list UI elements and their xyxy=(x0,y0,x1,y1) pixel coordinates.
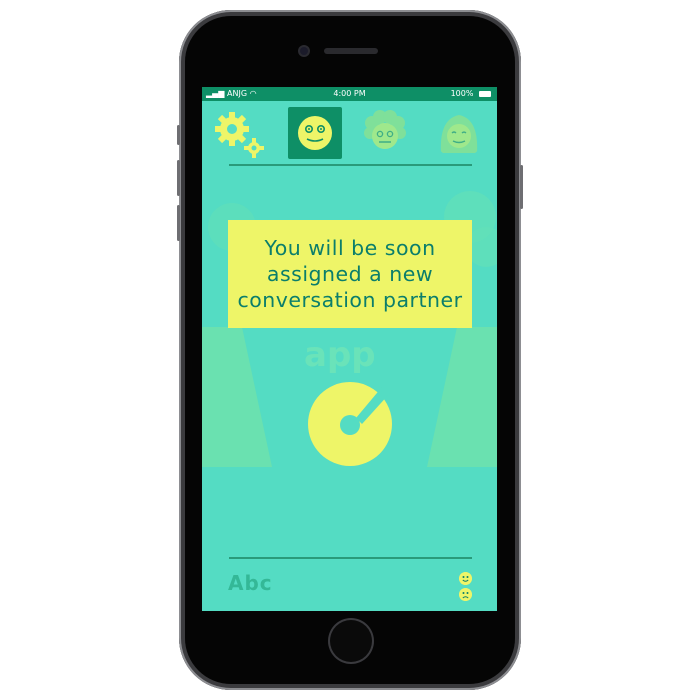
toolbar-divider xyxy=(229,164,472,166)
gear-icon[interactable] xyxy=(210,105,266,161)
waiting-message: You will be soon assigned a new conversa… xyxy=(228,220,472,328)
sad-face-icon[interactable] xyxy=(459,588,472,601)
message-input[interactable]: Abc xyxy=(228,571,273,595)
front-camera xyxy=(300,47,308,55)
volume-down-button xyxy=(177,205,180,241)
svg-text:app: app xyxy=(304,335,376,375)
input-divider xyxy=(229,557,472,559)
long-hair-avatar-icon[interactable] xyxy=(434,109,484,159)
mute-switch xyxy=(177,125,180,145)
earpiece-speaker xyxy=(324,48,378,54)
waiting-message-text: You will be soon assigned a new conversa… xyxy=(237,236,463,312)
volume-up-button xyxy=(177,160,180,196)
loading-spinner-icon xyxy=(308,382,392,466)
avatar-tab-selected[interactable] xyxy=(288,107,342,159)
smiley-avatar-icon xyxy=(298,116,332,150)
home-button[interactable] xyxy=(330,620,372,662)
power-button xyxy=(520,165,523,209)
app-screen: ▂▄▆ ANJG ◠ 4:00 PM 100% app You will be … xyxy=(202,87,497,611)
happy-face-icon[interactable] xyxy=(459,572,472,585)
curly-hair-avatar-icon[interactable] xyxy=(360,109,410,159)
